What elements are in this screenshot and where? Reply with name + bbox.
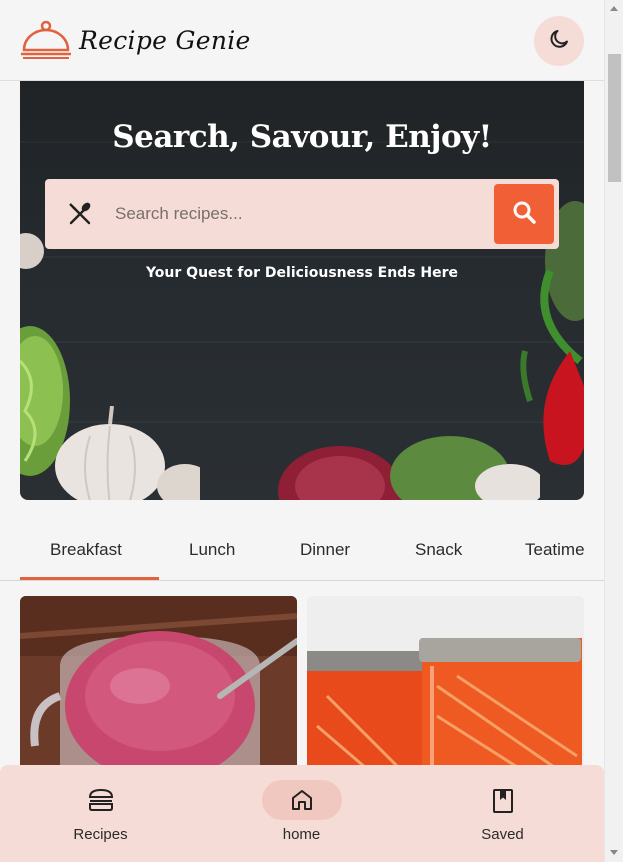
tab-dinner[interactable]: Dinner — [300, 540, 350, 560]
meal-tabs: Breakfast Lunch Dinner Snack Teatime — [0, 520, 604, 581]
nav-recipes[interactable]: Recipes — [0, 765, 201, 862]
bottom-navigation: Recipes home Saved — [0, 765, 604, 862]
nav-label: home — [282, 826, 321, 843]
active-tab-indicator — [20, 577, 159, 580]
garlic-image — [55, 406, 200, 500]
tab-breakfast[interactable]: Breakfast — [50, 540, 122, 560]
moon-icon — [547, 27, 571, 55]
nav-label: Saved — [481, 826, 524, 843]
theme-toggle-button[interactable] — [534, 16, 584, 66]
bookmark-icon — [492, 788, 514, 818]
tab-lunch[interactable]: Lunch — [189, 540, 235, 560]
utensils-icon — [67, 201, 93, 231]
nav-label: Recipes — [73, 826, 128, 843]
burger-icon — [88, 788, 114, 816]
tab-snack[interactable]: Snack — [415, 540, 462, 560]
scroll-up-arrow-icon[interactable] — [610, 6, 618, 11]
home-icon — [290, 788, 314, 816]
search-button[interactable] — [494, 184, 554, 244]
scroll-down-arrow-icon[interactable] — [610, 850, 618, 855]
hero-tagline: Your Quest for Deliciousness Ends Here — [145, 265, 459, 281]
tab-teatime[interactable]: Teatime — [525, 540, 585, 560]
hero-banner: Search, Savour, Enjoy! Search recipes...… — [20, 81, 584, 500]
cloche-icon — [19, 20, 73, 60]
logo[interactable]: Recipe Genie — [19, 20, 251, 60]
app-title: Recipe Genie — [79, 25, 251, 55]
nav-saved[interactable]: Saved — [402, 765, 603, 862]
nav-home[interactable]: home — [201, 765, 402, 862]
search-input[interactable] — [115, 197, 485, 231]
hero-title: Search, Savour, Enjoy! — [112, 119, 492, 155]
app-frame: Recipe Genie Search, Savour, Enjoy! Sear… — [0, 0, 604, 862]
search-icon — [511, 199, 537, 229]
top-app-bar: Recipe Genie — [0, 0, 604, 81]
scroll-thumb[interactable] — [608, 54, 621, 182]
vertical-scrollbar[interactable] — [604, 0, 623, 862]
search-bar — [45, 179, 559, 249]
